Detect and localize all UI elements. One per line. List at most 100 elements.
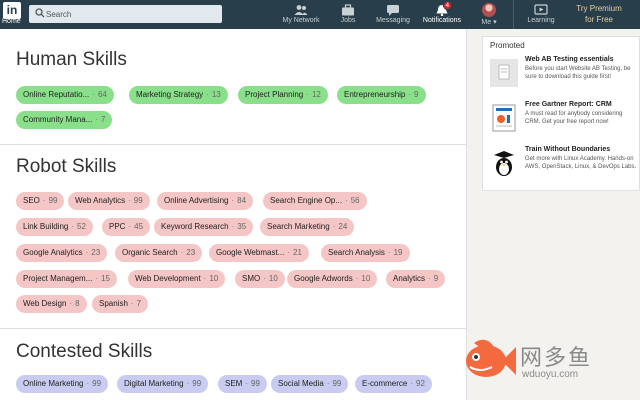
home-label: Home	[2, 18, 21, 25]
skill-chip[interactable]: Google Analytics · 23	[16, 244, 108, 262]
skill-name: Link Building	[23, 222, 69, 231]
skill-chip[interactable]: Entrepreneurship · 9	[337, 86, 426, 104]
skill-chip[interactable]: Web Development · 10	[128, 270, 226, 288]
skill-count: 7	[136, 299, 142, 308]
skill-chip[interactable]: Marketing Strategy · 13	[129, 86, 228, 104]
skill-chip[interactable]: Spanish · 7	[92, 295, 149, 313]
ad-headline: Web AB Testing essentials	[525, 56, 614, 63]
skill-chip[interactable]: Web Analytics · 99	[68, 192, 150, 210]
ad-item[interactable]: Free Gartner Report: CRM A must read for…	[483, 100, 640, 148]
fish-logo-icon	[466, 339, 516, 377]
skill-chip[interactable]: Search Analysis · 19	[321, 244, 410, 262]
skill-name: Google Webmast...	[216, 248, 285, 257]
skill-name: Digital Marketing	[124, 379, 184, 388]
skill-count: 23	[186, 248, 196, 257]
skill-chip[interactable]: Online Advertising · 84	[157, 192, 254, 210]
nav-notifications[interactable]: 4 Notifications	[420, 0, 464, 29]
skill-name: Keyword Research	[161, 222, 229, 231]
skill-chip[interactable]: Project Planning · 12	[238, 86, 328, 104]
ad-item[interactable]: Train Without Boundaries Get more with L…	[483, 145, 640, 193]
skill-chip[interactable]: Social Media · 99	[271, 375, 349, 393]
skill-count: 99	[133, 196, 143, 205]
ad-body: A must read for anybody considering CRM.…	[525, 111, 623, 125]
section-title: Robot Skills	[16, 156, 117, 177]
ad-headline: Free Gartner Report: CRM	[525, 101, 612, 108]
skill-count: 13	[211, 90, 221, 99]
skills-panel: Human Skills Online Reputatio... · 64 Mark…	[0, 29, 467, 400]
nav-divider	[513, 0, 514, 29]
chevron-down-icon: ▾	[493, 19, 497, 26]
skill-chip[interactable]: PPC · 45	[102, 218, 151, 236]
nav-label: Learning	[527, 17, 555, 24]
ad-headline: Train Without Boundaries	[525, 146, 611, 153]
premium-line1: Try Premium	[576, 4, 622, 13]
nav-my-network[interactable]: My Network	[279, 0, 323, 29]
skill-count: 35	[237, 222, 247, 231]
nav-label: Messaging	[376, 17, 410, 24]
skill-name: Organic Search	[122, 248, 178, 257]
skill-count: 15	[101, 274, 110, 283]
nav-jobs[interactable]: Jobs	[332, 0, 364, 29]
skill-chip[interactable]: SMO · 10	[235, 270, 285, 288]
ad-item[interactable]: Web AB Testing essentials Before you sta…	[483, 55, 640, 103]
try-premium-link[interactable]: Try Premium for Free	[568, 3, 630, 25]
linkedin-logo: in	[3, 2, 21, 19]
skill-name: E-commerce	[362, 379, 408, 388]
skill-name: Online Reputatio...	[23, 90, 90, 99]
skill-chip[interactable]: Google Webmast... · 21	[209, 244, 309, 262]
skill-chip[interactable]: Digital Marketing · 99	[117, 375, 209, 393]
section-divider	[0, 144, 467, 145]
ad-body: Before you start Website AB Testing, be …	[525, 66, 631, 80]
nav-messaging[interactable]: Messaging	[372, 0, 414, 29]
skill-chip[interactable]: Keyword Research · 35	[154, 218, 254, 236]
skill-chip[interactable]: SEM · 99	[218, 375, 267, 393]
promoted-title: Promoted	[490, 41, 525, 50]
skill-name: Web Design	[23, 299, 67, 308]
skill-name: PPC	[109, 222, 126, 231]
skill-count: 8	[75, 299, 80, 308]
skill-chip[interactable]: Web Design · 8	[16, 295, 87, 313]
skill-chip[interactable]: Search Engine Op... · 56	[263, 192, 367, 210]
nav-me-menu[interactable]: Me ▾	[474, 0, 504, 29]
skill-name: Google Analytics	[23, 248, 83, 257]
nav-learning[interactable]: Learning	[521, 0, 561, 29]
skill-chip[interactable]: Organic Search · 23	[115, 244, 203, 262]
skill-count: 99	[332, 379, 342, 388]
people-icon	[294, 5, 308, 15]
skill-chip[interactable]: Community Mana... · 7	[16, 111, 113, 129]
nav-label: Me ▾	[481, 19, 497, 26]
section-title: Contested Skills	[16, 341, 153, 362]
skill-count: 45	[134, 222, 144, 231]
skill-name: Social Media	[278, 379, 324, 388]
skill-name: Community Mana...	[23, 115, 93, 124]
skill-chip[interactable]: Project Managem... · 15	[16, 270, 117, 288]
skill-name: Project Managem...	[23, 274, 93, 283]
skill-name: Entrepreneurship	[344, 90, 406, 99]
skill-chip[interactable]: Google Adwords · 10	[287, 270, 378, 288]
briefcase-icon	[342, 4, 354, 16]
top-navigation-bar: in Home My Network Jobs Messaging 4	[0, 0, 640, 29]
skill-chip[interactable]: Analytics · 9	[386, 270, 446, 288]
skill-chip[interactable]: Online Marketing · 99	[16, 375, 109, 393]
skill-chip[interactable]: SEO · 99	[16, 192, 65, 210]
skill-count: 64	[97, 90, 107, 99]
skill-count: 7	[101, 115, 106, 124]
search-input[interactable]	[46, 6, 216, 22]
skill-name: Search Engine Op...	[270, 196, 343, 205]
search-box[interactable]	[29, 5, 222, 23]
skill-count: 56	[350, 196, 360, 205]
skill-name: Project Planning	[245, 90, 304, 99]
skill-count: 84	[237, 196, 247, 205]
skill-chip[interactable]: Search Marketing · 24	[260, 218, 355, 236]
skill-count: 9	[433, 274, 439, 283]
skill-count: 24	[338, 222, 348, 231]
nav-label: Notifications	[422, 17, 462, 24]
skill-chip[interactable]: Online Reputatio... · 64	[16, 86, 114, 104]
skill-chip[interactable]: Link Building · 52	[16, 218, 93, 236]
skill-count: 10	[268, 274, 278, 283]
skill-chip[interactable]: E-commerce · 92	[355, 375, 432, 393]
skill-name: Web Analytics	[75, 196, 126, 205]
skill-count: 23	[91, 248, 101, 257]
notification-badge: 4	[442, 1, 452, 10]
skill-name: SMO	[242, 274, 261, 283]
